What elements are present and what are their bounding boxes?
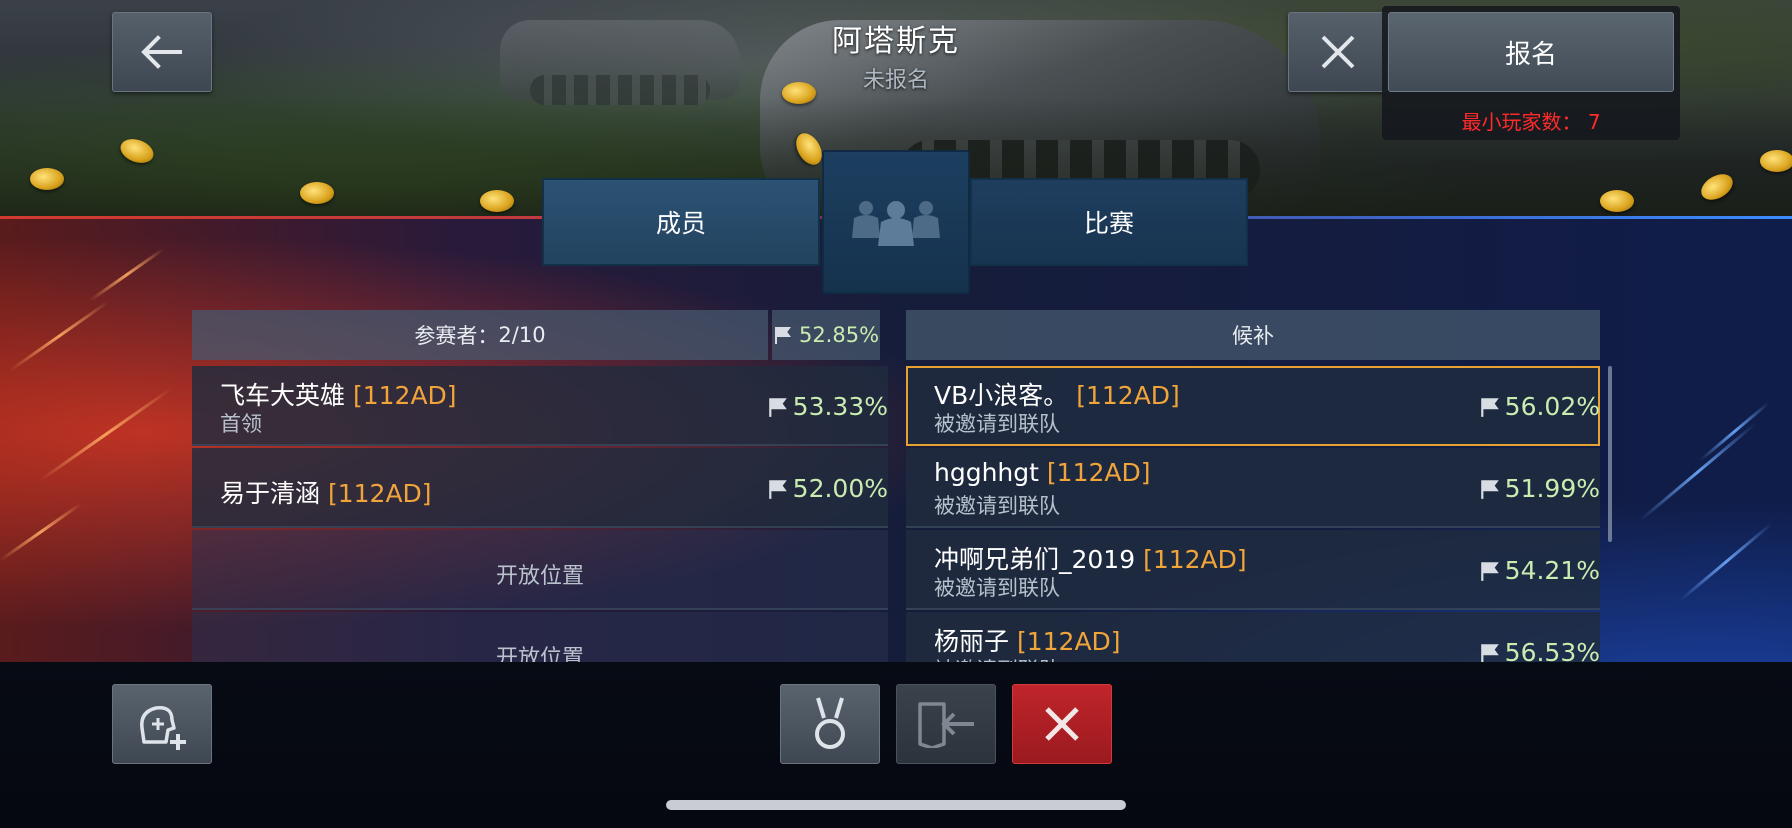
participants-header-label: 参赛者： — [414, 324, 499, 348]
reserve-row[interactable]: 杨丽子 [112AD] 被邀请到联队 56.53% — [906, 612, 1600, 662]
home-indicator[interactable] — [666, 800, 1126, 810]
player-name: VB小浪客。 — [934, 381, 1069, 410]
invite-status: 被邀请到联队 — [934, 412, 1060, 436]
min-players-value: 7 — [1587, 110, 1601, 134]
leave-button[interactable] — [896, 684, 996, 764]
player-name: 冲啊兄弟们_2019 — [934, 545, 1136, 574]
flag-icon — [774, 327, 791, 344]
win-rate: 56.53% — [1479, 638, 1600, 662]
tab-matches[interactable]: 比赛 — [970, 178, 1248, 266]
reserves-header: 候补 — [906, 310, 1600, 360]
player-name: 飞车大英雄 — [220, 381, 346, 410]
player-name-line: 易于清涵 [112AD] — [220, 474, 432, 510]
participant-row[interactable]: 易于清涵 [112AD] 52.00% — [192, 448, 888, 528]
medal-icon — [815, 697, 845, 749]
reserves-panel: 候补 VB小浪客。 [112AD] 被邀请到联队 56.02% hgghhgt … — [906, 310, 1600, 662]
player-role: 首领 — [220, 412, 262, 436]
player-name-line: 杨丽子 [112AD] — [934, 622, 1121, 658]
win-rate-value: 56.53% — [1504, 638, 1600, 662]
flag-icon — [768, 479, 787, 499]
decor-streak — [1679, 522, 1773, 602]
player-name: 杨丽子 — [934, 627, 1010, 656]
close-icon — [1045, 707, 1079, 741]
win-rate: 52.00% — [767, 474, 888, 503]
team-icon — [852, 201, 940, 246]
flag-icon — [1480, 397, 1499, 417]
clan-tag: [112AD] — [1046, 458, 1151, 487]
decor-streak — [1639, 422, 1756, 522]
disband-button[interactable] — [1012, 684, 1112, 764]
player-name-line: 冲啊兄弟们_2019 [112AD] — [934, 540, 1247, 576]
gold-coin — [300, 182, 334, 204]
open-slot-label: 开放位置 — [495, 646, 584, 662]
clan-tag: [112AD] — [1076, 381, 1180, 410]
player-name-line: 飞车大英雄 [112AD] — [220, 376, 457, 412]
win-rate-value: 54.21% — [1504, 556, 1600, 585]
decor-streak — [0, 501, 83, 562]
exit-door-icon — [918, 702, 974, 748]
participants-count: 2/10 — [498, 323, 546, 347]
clan-tag: [112AD] — [352, 381, 457, 410]
min-players-info: 最小玩家数： 7 — [1382, 106, 1680, 135]
gold-coin — [1600, 190, 1634, 212]
medal-button[interactable] — [780, 684, 880, 764]
flag-icon — [1480, 479, 1499, 499]
decor-streak — [1699, 401, 1770, 462]
decor-streak — [39, 387, 172, 482]
participants-avg-rate-value: 52.85% — [798, 323, 880, 347]
invite-status: 被邀请到联队 — [934, 494, 1060, 518]
participants-panel: 参赛者： 2/10 52.85% 飞车大英雄 [112AD] 首领 53.33%… — [192, 310, 888, 662]
flag-icon — [768, 397, 787, 417]
flag-icon — [1480, 643, 1499, 662]
page-title: 阿塔斯克 — [832, 24, 960, 59]
player-name: 易于清涵 — [220, 479, 321, 508]
win-rate: 56.02% — [1479, 392, 1600, 421]
flag-icon — [1480, 561, 1499, 581]
invite-player-button[interactable] — [112, 684, 212, 764]
tab-members[interactable]: 成员 — [542, 178, 820, 266]
min-players-label: 最小玩家数： — [1461, 110, 1582, 134]
decor-streak — [89, 247, 165, 302]
invite-status: 被邀请到联队 — [934, 654, 1060, 662]
signup-button[interactable]: 报名 — [1388, 12, 1674, 92]
close-button[interactable] — [1288, 12, 1388, 92]
add-player-icon — [140, 706, 186, 750]
player-name-line: VB小浪客。 [112AD] — [934, 376, 1180, 412]
back-button[interactable] — [112, 12, 212, 92]
open-slot-label: 开放位置 — [495, 564, 584, 589]
player-name: hgghhgt — [934, 458, 1039, 487]
participants-header: 参赛者： 2/10 — [192, 310, 768, 360]
open-slot[interactable]: 开放位置 — [192, 530, 888, 610]
participant-row[interactable]: 飞车大英雄 [112AD] 首领 53.33% — [192, 366, 888, 446]
win-rate: 54.21% — [1479, 556, 1600, 585]
reserve-row[interactable]: VB小浪客。 [112AD] 被邀请到联队 56.02% — [906, 366, 1600, 446]
registration-status: 未报名 — [862, 68, 929, 93]
reserve-row[interactable]: 冲啊兄弟们_2019 [112AD] 被邀请到联队 54.21% — [906, 530, 1600, 610]
win-rate-value: 52.00% — [792, 474, 888, 503]
gold-coin — [480, 190, 514, 212]
participants-avg-rate: 52.85% — [772, 310, 880, 360]
signup-panel: 报名 最小玩家数： 7 — [1382, 6, 1680, 140]
win-rate-value: 51.99% — [1504, 474, 1600, 503]
win-rate: 53.33% — [767, 392, 888, 421]
clan-tag: [112AD] — [1143, 545, 1247, 574]
decor-streak — [9, 300, 110, 372]
open-slot[interactable]: 开放位置 — [192, 612, 888, 662]
team-emblem — [822, 150, 970, 294]
win-rate-value: 56.02% — [1504, 392, 1600, 421]
invite-status: 被邀请到联队 — [934, 576, 1060, 600]
clan-tag: [112AD] — [1016, 627, 1121, 656]
title-block: 阿塔斯克 未报名 — [696, 16, 1096, 94]
reserves-scrollbar[interactable] — [1608, 366, 1612, 542]
win-rate: 51.99% — [1479, 474, 1600, 503]
clan-tag: [112AD] — [327, 479, 432, 508]
reserve-row[interactable]: hgghhgt [112AD] 被邀请到联队 51.99% — [906, 448, 1600, 528]
close-icon — [1321, 35, 1355, 69]
win-rate-value: 53.33% — [792, 392, 888, 421]
player-name-line: hgghhgt [112AD] — [934, 458, 1150, 487]
gold-coin — [1760, 150, 1792, 172]
arrow-left-icon — [141, 35, 182, 69]
gold-coin — [30, 168, 64, 190]
